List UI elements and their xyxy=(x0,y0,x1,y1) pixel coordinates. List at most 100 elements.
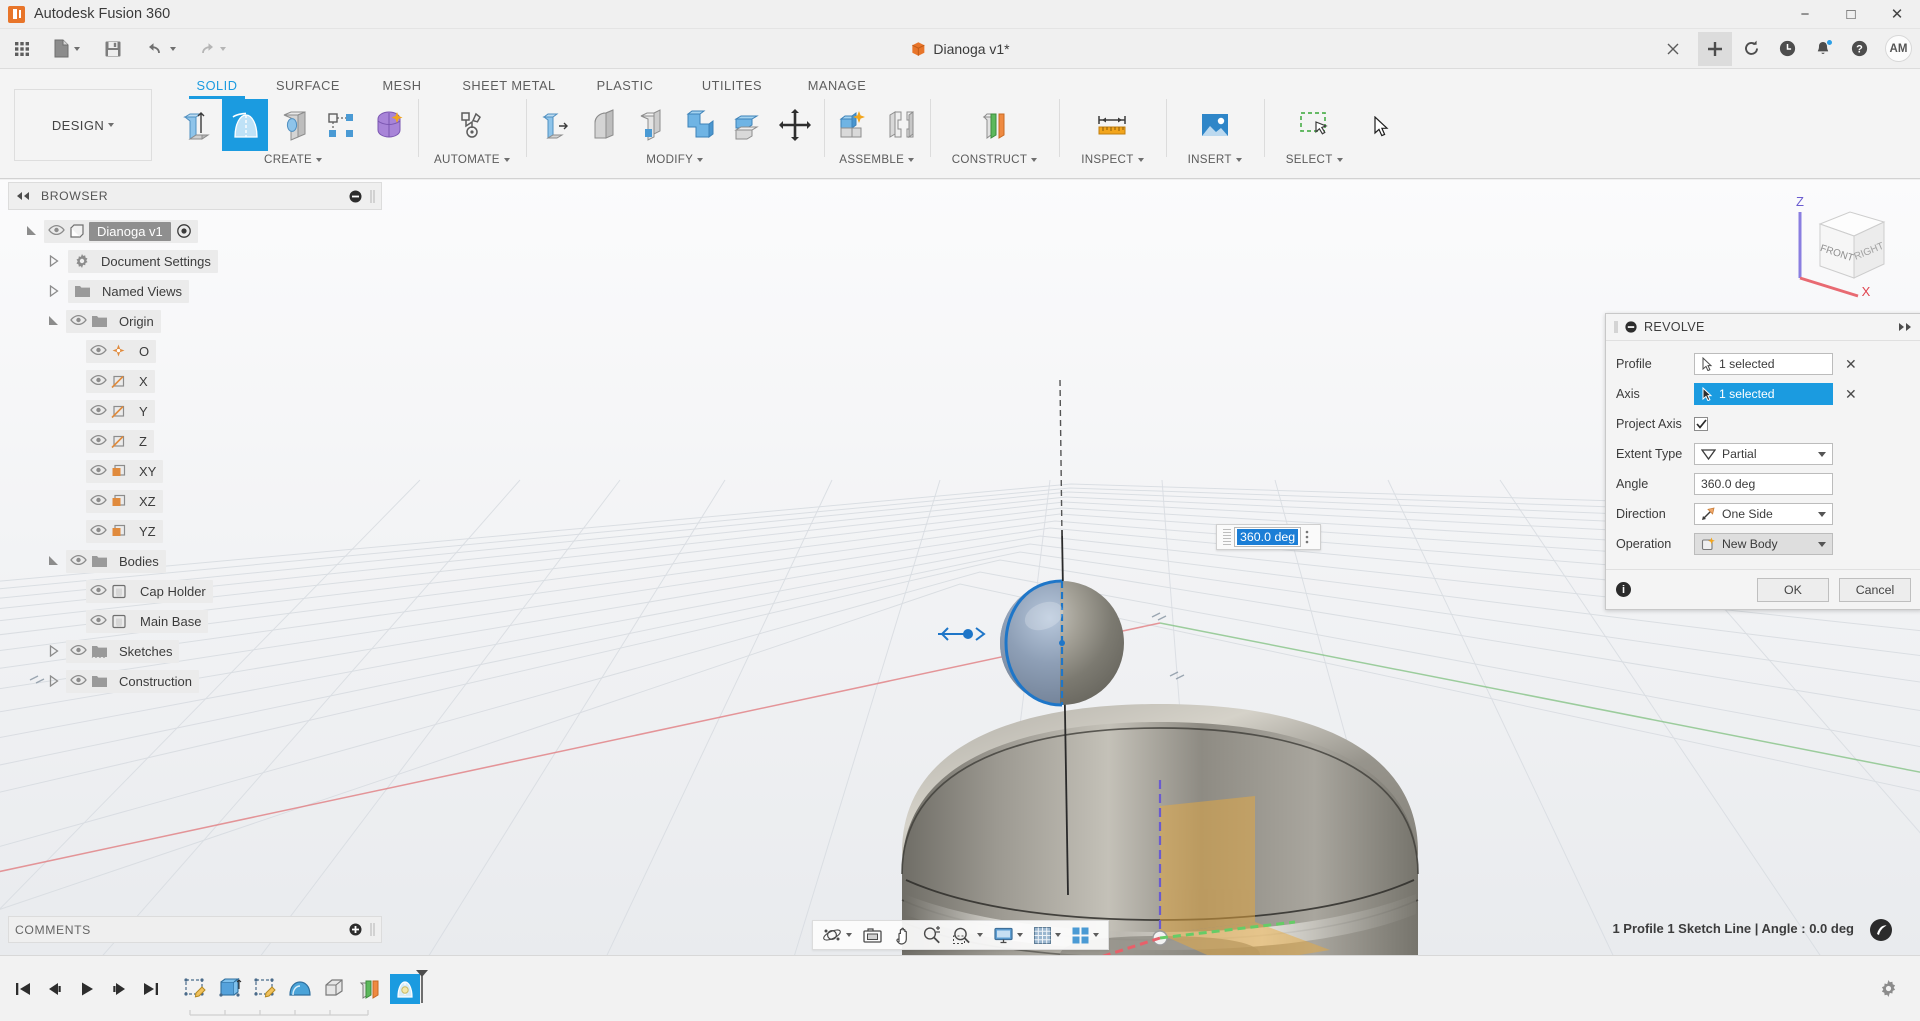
tree-row-origin-x[interactable]: X xyxy=(8,366,382,396)
chevron-down-icon[interactable] xyxy=(1818,452,1826,457)
measure-icon[interactable] xyxy=(1089,99,1135,151)
panel-construct-caret-icon[interactable] xyxy=(1031,158,1037,162)
viewports-caret-icon[interactable] xyxy=(1093,933,1099,937)
extent-type-dropdown[interactable]: Partial xyxy=(1694,443,1833,465)
activate-component-icon[interactable] xyxy=(177,224,191,238)
step-forward-icon[interactable] xyxy=(106,976,132,1002)
move-copy-icon[interactable] xyxy=(772,99,818,151)
tree-row-named-views[interactable]: Named Views xyxy=(8,276,382,306)
comments-resize-handle[interactable] xyxy=(370,923,375,936)
angle-field[interactable]: 360.0 deg xyxy=(1694,473,1833,495)
panel-select-caret-icon[interactable] xyxy=(1337,158,1343,162)
tree-row-origin-o[interactable]: O xyxy=(8,336,382,366)
new-document-caret-icon[interactable] xyxy=(74,47,80,51)
expander-expanded-icon[interactable] xyxy=(48,315,61,328)
plus-circle-icon[interactable] xyxy=(349,923,362,936)
tree-row-dianoga[interactable]: Dianoga v1 xyxy=(8,216,382,246)
go-to-end-icon[interactable] xyxy=(138,976,164,1002)
timeline-sketch-1[interactable] xyxy=(180,974,210,1004)
tree-row-bodies[interactable]: Bodies xyxy=(8,546,382,576)
close-tab-icon[interactable] xyxy=(1656,32,1690,66)
tree-row-cap-holder[interactable]: Cap Holder xyxy=(8,576,382,606)
extrude-icon[interactable] xyxy=(174,99,220,151)
visibility-eye-icon[interactable] xyxy=(90,614,107,628)
grid-snaps-caret-icon[interactable] xyxy=(1055,933,1061,937)
panel-modify-caret-icon[interactable] xyxy=(697,158,703,162)
visibility-eye-icon[interactable] xyxy=(48,224,65,238)
look-at-icon[interactable] xyxy=(858,922,887,948)
revolve-icon[interactable] xyxy=(222,99,268,151)
visibility-eye-icon[interactable] xyxy=(70,314,87,328)
clear-profile-icon[interactable]: ✕ xyxy=(1845,356,1857,373)
grid-snaps-icon[interactable] xyxy=(1029,922,1065,948)
new-tab-icon[interactable] xyxy=(1698,32,1732,66)
timeline-settings-gear-icon[interactable] xyxy=(1879,979,1898,998)
revolve-dialog[interactable]: REVOLVE Profile 1 selected ✕ xyxy=(1605,313,1920,610)
automate-icon[interactable] xyxy=(449,99,495,151)
visibility-eye-icon[interactable] xyxy=(90,374,107,388)
ok-button[interactable]: OK xyxy=(1757,578,1829,602)
undo-icon[interactable] xyxy=(139,34,183,64)
tree-row-sketches[interactable]: Sketches xyxy=(8,636,382,666)
timeline-plane-1[interactable] xyxy=(355,974,385,1004)
workspace-caret-icon[interactable] xyxy=(108,123,114,127)
display-settings-caret-icon[interactable] xyxy=(1017,933,1023,937)
fusion-status-icon[interactable] xyxy=(1870,919,1892,941)
insert-image-icon[interactable] xyxy=(1192,99,1238,151)
timeline-extrude-1[interactable] xyxy=(215,974,245,1004)
maximize-button[interactable]: □ xyxy=(1828,0,1874,29)
select-icon[interactable] xyxy=(1291,99,1337,151)
offset-face-icon[interactable] xyxy=(724,99,770,151)
dialog-expand-icon[interactable] xyxy=(1897,322,1913,332)
timeline-fillet-1[interactable] xyxy=(285,974,315,1004)
zoom-window-icon[interactable] xyxy=(948,922,987,948)
visibility-eye-icon[interactable] xyxy=(90,494,107,508)
redo-caret-icon[interactable] xyxy=(220,47,226,51)
pan-icon[interactable] xyxy=(889,922,916,948)
panel-create-caret-icon[interactable] xyxy=(316,158,322,162)
tree-row-plane-yz[interactable]: YZ xyxy=(8,516,382,546)
visibility-eye-icon[interactable] xyxy=(70,674,87,688)
clear-axis-icon[interactable]: ✕ xyxy=(1845,386,1857,403)
expander-collapsed-icon[interactable] xyxy=(48,675,61,688)
press-pull-icon[interactable] xyxy=(532,99,578,151)
operation-dropdown[interactable]: New Body xyxy=(1694,533,1833,555)
info-icon[interactable]: i xyxy=(1616,582,1631,597)
fillet-icon[interactable] xyxy=(580,99,626,151)
minus-circle-icon[interactable] xyxy=(1625,321,1637,333)
visibility-eye-icon[interactable] xyxy=(90,434,107,448)
profile-selection-box[interactable]: 1 selected xyxy=(1694,353,1833,375)
tree-row-origin-y[interactable]: Y xyxy=(8,396,382,426)
orbit-icon[interactable] xyxy=(818,922,856,948)
expander-expanded-icon[interactable] xyxy=(26,225,39,238)
view-cube[interactable]: Z X FRONT RIGHT xyxy=(1786,190,1906,300)
save-icon[interactable] xyxy=(97,34,129,64)
play-icon[interactable] xyxy=(74,976,100,1002)
tree-row-plane-xy[interactable]: XY xyxy=(8,456,382,486)
visibility-eye-icon[interactable] xyxy=(90,344,107,358)
comments-panel[interactable]: COMMENTS xyxy=(8,916,382,943)
browser-collapse-icon[interactable] xyxy=(15,191,31,201)
dialog-resize-grip-icon[interactable] xyxy=(1614,321,1618,333)
expander-collapsed-icon[interactable] xyxy=(48,645,61,658)
visibility-eye-icon[interactable] xyxy=(70,554,87,568)
redo-icon[interactable] xyxy=(189,34,233,64)
angle-input-field[interactable]: 360.0 deg xyxy=(1234,527,1301,547)
history-clock-icon[interactable] xyxy=(1770,32,1804,66)
sync-icon[interactable] xyxy=(1734,32,1768,66)
timeline-marker-icon[interactable] xyxy=(415,969,429,1003)
drag-grip-icon[interactable] xyxy=(1223,529,1231,545)
expander-collapsed-icon[interactable] xyxy=(48,255,61,268)
timeline-sketch-2[interactable] xyxy=(250,974,280,1004)
tree-row-document-settings[interactable]: Document Settings xyxy=(8,246,382,276)
expander-expanded-icon[interactable] xyxy=(48,555,61,568)
project-axis-checkbox[interactable] xyxy=(1694,417,1708,431)
close-button[interactable]: ✕ xyxy=(1874,0,1920,29)
panel-insert-caret-icon[interactable] xyxy=(1236,158,1242,162)
orbit-caret-icon[interactable] xyxy=(846,933,852,937)
direction-dropdown[interactable]: One Side xyxy=(1694,503,1833,525)
zoom-icon[interactable] xyxy=(918,922,946,948)
tree-row-construction[interactable]: Construction xyxy=(8,666,382,696)
visibility-eye-icon[interactable] xyxy=(90,524,107,538)
undo-caret-icon[interactable] xyxy=(170,47,176,51)
